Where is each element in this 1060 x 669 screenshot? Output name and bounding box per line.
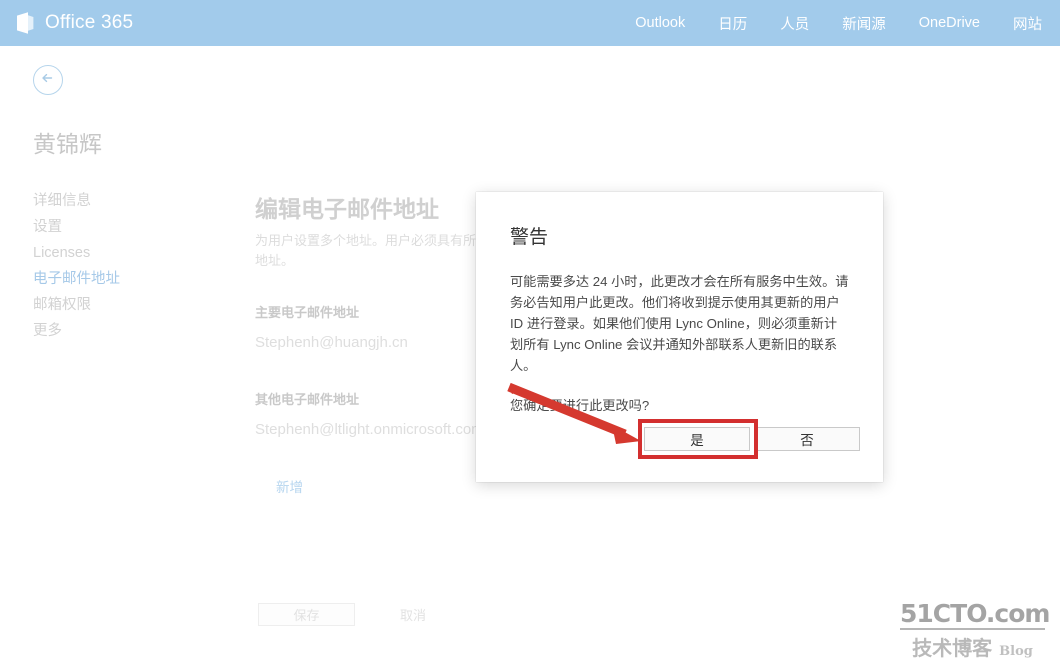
suite-bar: Office 365 Outlook 日历 人员 新闻源 OneDrive 网站: [0, 0, 1060, 46]
watermark-cn-text: 技术博客: [912, 632, 992, 661]
watermark: 51CTO.com 技术博客 Blog: [900, 600, 1045, 661]
dialog-title: 警告: [510, 222, 849, 249]
dialog-paragraph-1: 可能需要多达 24 小时，此更改才会在所有服务中生效。请务必告知用户此更改。他们…: [510, 271, 849, 376]
dialog-inner: 警告 可能需要多达 24 小时，此更改才会在所有服务中生效。请务必告知用户此更改…: [476, 192, 883, 416]
sidebar-item-settings[interactable]: 设置: [33, 216, 233, 238]
brand[interactable]: Office 365: [14, 11, 133, 35]
sidebar: 黄锦辉 详细信息 设置 Licenses 电子邮件地址 邮箱权限 更多: [33, 125, 233, 342]
no-button[interactable]: 否: [754, 427, 860, 451]
bottom-actions: 保存 取消: [258, 603, 426, 626]
sidebar-item-email-addresses[interactable]: 电子邮件地址: [33, 268, 233, 290]
add-email-link[interactable]: 新增: [276, 476, 303, 496]
arrow-left-circle-icon: [40, 71, 56, 90]
nav-item-people[interactable]: 人员: [780, 13, 809, 34]
watermark-divider: [900, 628, 1045, 630]
cancel-button[interactable]: 取消: [400, 605, 426, 624]
save-button[interactable]: 保存: [258, 603, 355, 626]
sidebar-item-mailbox-permissions[interactable]: 邮箱权限: [33, 294, 233, 316]
dialog-paragraph-2: 您确定要进行此更改吗?: [510, 395, 849, 416]
dialog-body: 可能需要多达 24 小时，此更改才会在所有服务中生效。请务必告知用户此更改。他们…: [510, 271, 849, 416]
page-description: 为用户设置多个地址。用户必须具有所有地址。: [255, 231, 500, 271]
office-logo-icon: [14, 11, 36, 35]
user-name: 黄锦辉: [33, 125, 233, 159]
sidebar-item-more[interactable]: 更多: [33, 320, 233, 342]
back-button[interactable]: [33, 65, 63, 95]
suite-nav: Outlook 日历 人员 新闻源 OneDrive 网站: [635, 13, 1042, 34]
yes-button[interactable]: 是: [644, 427, 750, 451]
nav-item-calendar[interactable]: 日历: [718, 13, 747, 34]
watermark-top-text: 51CTO.com: [900, 600, 1045, 627]
sidebar-nav-list: 详细信息 设置 Licenses 电子邮件地址 邮箱权限 更多: [33, 190, 233, 342]
dialog-buttons: 是 否: [644, 427, 860, 451]
sidebar-item-licenses[interactable]: Licenses: [33, 242, 233, 264]
nav-item-outlook[interactable]: Outlook: [635, 15, 685, 31]
brand-text: Office 365: [45, 12, 133, 34]
watermark-blog-text: Blog: [999, 644, 1033, 659]
nav-item-newsfeed[interactable]: 新闻源: [842, 13, 886, 34]
watermark-bottom: 技术博客 Blog: [900, 632, 1045, 661]
nav-item-onedrive[interactable]: OneDrive: [919, 15, 980, 31]
nav-item-sites[interactable]: 网站: [1013, 13, 1042, 34]
sidebar-item-details[interactable]: 详细信息: [33, 190, 233, 212]
